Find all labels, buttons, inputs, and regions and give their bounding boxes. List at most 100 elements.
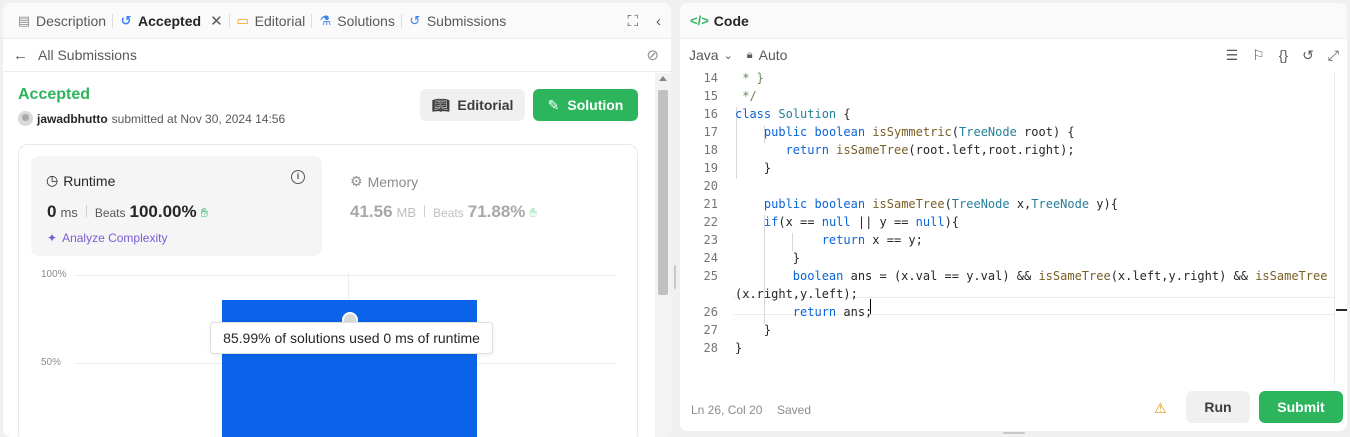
editor-toolbar: Java ⌄ 🔒︎ Auto ☰ ⚐ {} ↺ ⤢ bbox=[680, 39, 1347, 71]
book-icon: ▭ bbox=[236, 12, 249, 28]
submission-meta: jawadbhutto submitted at Nov 30, 2024 14… bbox=[18, 111, 285, 126]
chart-tooltip: 85.99% of solutions used 0 ms of runtime bbox=[210, 322, 493, 354]
code-line: * } bbox=[735, 71, 764, 85]
runtime-number: 0 bbox=[47, 202, 57, 221]
memory-title[interactable]: ⚙ Memory bbox=[350, 173, 418, 190]
tab-label: Solutions bbox=[337, 12, 395, 29]
y-tick-label: 100% bbox=[41, 269, 67, 280]
code-line: } bbox=[735, 341, 743, 355]
gridline bbox=[75, 275, 615, 276]
back-arrow-icon[interactable]: ← bbox=[13, 47, 28, 64]
code-line: */ bbox=[735, 89, 757, 103]
maximize-icon[interactable]: ⛶ bbox=[627, 13, 638, 30]
solution-button[interactable]: ✎ Solution bbox=[533, 89, 638, 121]
memory-value: 41.56 MB Beats 71.88% ✋︎ bbox=[350, 202, 537, 222]
left-panel: ▤ Description ↺ Accepted ✕ ▭ Editorial ⚗… bbox=[3, 3, 671, 437]
description-icon: ▤ bbox=[17, 12, 31, 28]
expand-icon[interactable]: ⤢ bbox=[1328, 47, 1339, 64]
scrollbar[interactable] bbox=[655, 73, 671, 437]
code-editor[interactable]: 14 * } 15 */ 16 class Solution { 17 publ… bbox=[680, 71, 1334, 383]
submission-status: Accepted bbox=[18, 86, 91, 103]
runtime-distribution-chart: 100% 50% 85.99% of solutions used 0 ms o… bbox=[31, 265, 631, 437]
editor-overview-ruler[interactable] bbox=[1334, 71, 1347, 383]
debug-icon[interactable]: ⚠︎ bbox=[1154, 400, 1167, 417]
beats-label: Beats bbox=[433, 206, 464, 220]
memory-number: 41.56 bbox=[350, 202, 393, 221]
code-line: if(x == null || y == null){ bbox=[763, 215, 960, 229]
book-icon: 📖︎ bbox=[431, 96, 450, 113]
line-number: 20 bbox=[703, 179, 718, 193]
lock-icon: 🔒︎ bbox=[746, 48, 753, 61]
analyze-complexity-link[interactable]: ✦ Analyze Complexity bbox=[47, 231, 167, 245]
code-panel-header: </> Code bbox=[680, 3, 1347, 39]
code-panel-title: Code bbox=[713, 12, 749, 29]
runtime-label: Runtime bbox=[63, 172, 116, 189]
history-icon: ↺ bbox=[409, 12, 421, 28]
bookmark-icon[interactable]: ⚐ bbox=[1252, 47, 1265, 64]
code-line: return ans; bbox=[792, 305, 873, 319]
code-line: public boolean isSymmetric(TreeNode root… bbox=[763, 125, 1075, 139]
format-icon[interactable]: ☰ bbox=[1226, 47, 1239, 64]
clap-icon: ✋︎ bbox=[529, 205, 537, 220]
runtime-beats: 100.00% bbox=[129, 202, 197, 221]
line-number: 28 bbox=[703, 341, 718, 355]
tab-bar-actions: ⛶ ‹ bbox=[627, 3, 661, 39]
panel-resize-handle[interactable] bbox=[674, 265, 676, 289]
mode-label[interactable]: Auto bbox=[759, 47, 788, 63]
link-icon[interactable]: ⊘ bbox=[646, 46, 659, 64]
tab-submissions[interactable]: ↺ Submissions bbox=[402, 3, 512, 39]
tab-accepted[interactable]: ↺ Accepted ✕ bbox=[113, 3, 229, 39]
line-number: 22 bbox=[703, 215, 718, 229]
code-line: } bbox=[735, 251, 801, 265]
solution-button-label: Solution bbox=[567, 97, 624, 113]
run-button[interactable]: Run bbox=[1186, 391, 1250, 423]
line-number: 25 bbox=[703, 269, 718, 283]
username[interactable]: jawadbhutto bbox=[37, 112, 108, 126]
braces-icon[interactable]: {} bbox=[1279, 47, 1288, 64]
submit-button[interactable]: Submit bbox=[1259, 391, 1343, 423]
line-number: 16 bbox=[703, 107, 718, 121]
memory-beats: 71.88% bbox=[467, 202, 526, 221]
divider bbox=[85, 205, 87, 217]
close-icon[interactable]: ✕ bbox=[210, 12, 223, 30]
tab-description[interactable]: ▤ Description bbox=[11, 3, 112, 39]
code-line: return x == y; bbox=[821, 233, 923, 247]
memory-unit: MB bbox=[396, 205, 417, 220]
scroll-up-icon[interactable] bbox=[659, 76, 667, 81]
tab-label: Description bbox=[36, 12, 107, 29]
sparkle-icon: ✦ bbox=[47, 231, 58, 245]
line-number: 19 bbox=[703, 161, 718, 175]
editorial-button-label: Editorial bbox=[457, 97, 514, 113]
chip-icon: ⚙ bbox=[350, 173, 363, 189]
code-line: class Solution { bbox=[735, 107, 851, 121]
runtime-value: 0 ms Beats 100.00% ✋︎ bbox=[47, 202, 208, 222]
y-tick-label: 50% bbox=[41, 357, 62, 368]
cursor-position: Ln 26, Col 20 bbox=[691, 403, 763, 417]
line-number: 18 bbox=[703, 143, 718, 157]
line-number: 24 bbox=[703, 251, 718, 265]
collapse-icon[interactable]: ‹ bbox=[656, 13, 661, 30]
editorial-button[interactable]: 📖︎ Editorial bbox=[420, 89, 525, 121]
code-line: public boolean isSameTree(TreeNode x,Tre… bbox=[763, 197, 1118, 211]
code-line-wrap: (x.right,y.left); bbox=[735, 287, 858, 301]
edit-icon: ✎ bbox=[547, 96, 560, 113]
avatar[interactable] bbox=[18, 111, 33, 126]
line-number: 21 bbox=[703, 197, 718, 211]
cursor-marker bbox=[1336, 309, 1347, 311]
line-number: 27 bbox=[703, 323, 718, 337]
runtime-box[interactable]: ◷ Runtime i 0 ms Beats 100.00% ✋︎ ✦ Anal… bbox=[31, 156, 322, 256]
tab-editorial[interactable]: ▭ Editorial bbox=[230, 3, 312, 39]
code-line: } bbox=[735, 161, 772, 175]
line-number: 23 bbox=[703, 233, 718, 247]
scrollbar-thumb[interactable] bbox=[658, 90, 668, 295]
editor-footer: Ln 26, Col 20 Saved ⚠︎ Run Submit bbox=[680, 388, 1347, 431]
reset-icon[interactable]: ↺ bbox=[1302, 47, 1314, 64]
language-select[interactable]: Java bbox=[689, 47, 719, 63]
info-icon[interactable]: i bbox=[291, 170, 305, 184]
runtime-title: ◷ Runtime bbox=[46, 172, 115, 189]
all-submissions-link[interactable]: All Submissions bbox=[38, 47, 137, 63]
bottom-resize-handle[interactable] bbox=[1003, 432, 1025, 434]
chevron-down-icon[interactable]: ⌄ bbox=[724, 49, 733, 62]
divider bbox=[424, 205, 426, 217]
tab-solutions[interactable]: ⚗ Solutions bbox=[312, 3, 401, 39]
